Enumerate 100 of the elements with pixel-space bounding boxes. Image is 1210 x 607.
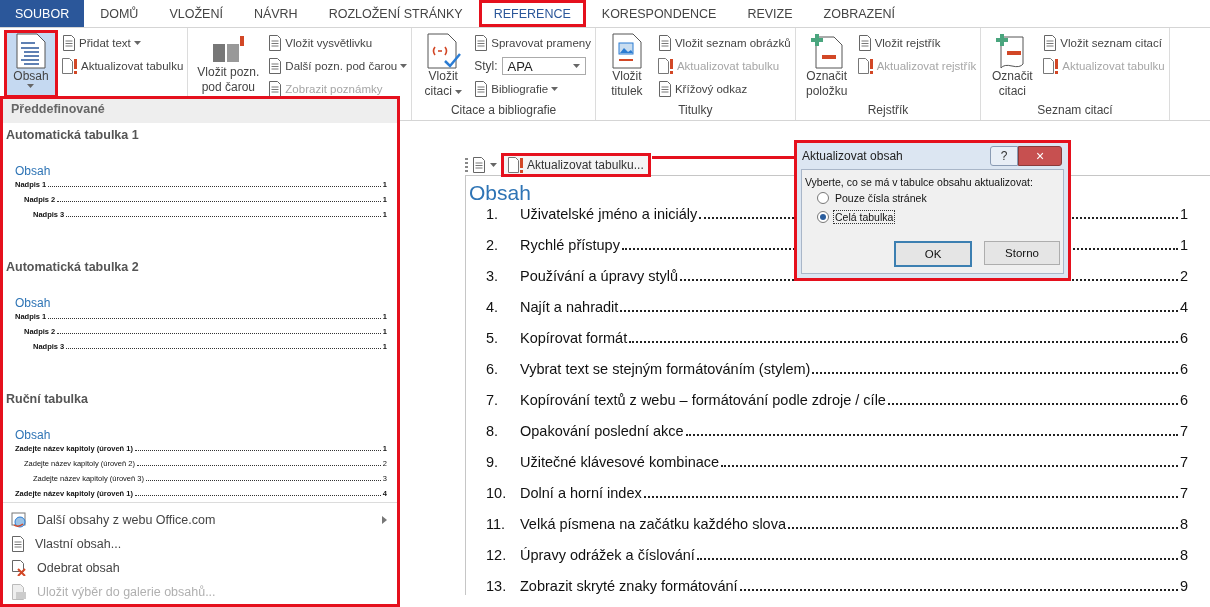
group-label: Rejstřík bbox=[866, 103, 910, 119]
toc-entry: Používání a úpravy stylů bbox=[520, 268, 678, 284]
group-label: Citace a bibliografie bbox=[449, 103, 558, 119]
ribbon-tab[interactable]: ROZLOŽENÍ STRÁNKY bbox=[313, 0, 478, 27]
page-number: 6 bbox=[1179, 330, 1188, 346]
update-alert-icon bbox=[1043, 58, 1060, 74]
close-button[interactable]: × bbox=[1018, 146, 1062, 166]
preview-heading[interactable]: Obsah bbox=[15, 295, 387, 312]
gallery-section-title: Ruční tabulka bbox=[6, 391, 89, 408]
ribbon-button[interactable]: Další pozn. pod čarou bbox=[268, 56, 408, 76]
caret-icon bbox=[572, 64, 580, 68]
update-alert-icon bbox=[857, 58, 874, 74]
ribbon-button[interactable]: Vložit rejstřík bbox=[857, 33, 977, 53]
save-selection-icon bbox=[11, 584, 27, 600]
document-icon bbox=[474, 35, 489, 51]
preview-heading[interactable]: Obsah bbox=[15, 427, 387, 444]
ribbon-button[interactable]: Vložit seznam obrázků bbox=[657, 33, 791, 53]
dialog-button[interactable]: OK bbox=[894, 241, 972, 267]
globe-icon bbox=[11, 512, 27, 528]
ribbon-large-button[interactable]: Vložit pozn. pod čarou bbox=[192, 30, 265, 98]
gallery-header: Předdefinované bbox=[3, 99, 397, 123]
help-button[interactable]: ? bbox=[990, 146, 1018, 166]
ribbon-button[interactable]: Vložit vysvětlivku bbox=[268, 33, 408, 53]
ribbon-large-button[interactable]: Označit položku bbox=[799, 30, 854, 98]
ribbon-button[interactable]: Aktualizovat tabulku bbox=[62, 56, 184, 76]
update-alert-icon bbox=[62, 58, 78, 74]
ribbon-button[interactable]: Bibliografie bbox=[474, 79, 591, 99]
update-table-button[interactable]: Aktualizovat tabulku... bbox=[501, 152, 651, 177]
document-icon bbox=[657, 35, 672, 51]
menu-item[interactable]: Odebrat obsah bbox=[3, 556, 397, 580]
gallery-section-title: Automatická tabulka 1 bbox=[6, 127, 140, 144]
ribbon-tab[interactable]: ZOBRAZENÍ bbox=[808, 0, 911, 27]
ribbon-tab[interactable]: SOUBOR bbox=[0, 0, 85, 27]
page-number: 4 bbox=[1179, 299, 1188, 315]
list-number: 5. bbox=[486, 330, 500, 346]
document-icon bbox=[11, 536, 25, 552]
document-icon bbox=[268, 35, 283, 51]
preview-heading[interactable]: Obsah bbox=[15, 163, 387, 180]
ribbon-button[interactable]: Křížový odkaz bbox=[657, 79, 791, 99]
radio-option[interactable]: Pouze čísla stránek bbox=[833, 190, 929, 205]
page-number: 6 bbox=[1179, 361, 1188, 377]
toc-entry: Zobrazit skryté znaky formátování bbox=[520, 578, 738, 594]
table-of-contents-icon bbox=[16, 33, 46, 69]
page-number: 8 bbox=[1179, 547, 1188, 563]
radio-option[interactable]: Celá tabulka bbox=[833, 209, 896, 224]
toc-entry: Kopírování textů z webu – formátování podle zdroje / cíle bbox=[520, 392, 886, 408]
ribbon-large-button[interactable]: Obsah bbox=[4, 30, 58, 98]
document-icon bbox=[62, 35, 76, 51]
ribbon-large-button[interactable]: Vložit citaci bbox=[416, 30, 471, 98]
menu-item[interactable]: Další obsahy z webu Office.com bbox=[3, 508, 397, 532]
document-icon bbox=[657, 81, 672, 97]
grip-handle[interactable] bbox=[465, 157, 468, 172]
toc-entry: Opakování poslední akce bbox=[520, 423, 684, 439]
document-icon bbox=[857, 35, 872, 51]
ribbon-button[interactable]: Vložit seznam citací bbox=[1043, 33, 1165, 53]
add-remove-icon bbox=[809, 33, 844, 69]
ribbon-tab[interactable]: REFERENCE bbox=[478, 0, 586, 27]
style-dropdown[interactable]: APA bbox=[501, 57, 586, 75]
list-number: 7. bbox=[486, 392, 500, 408]
caption-icon bbox=[611, 33, 642, 69]
ribbon-tab[interactable]: DOMŮ bbox=[85, 0, 154, 27]
toc-entry: Najít a nahradit bbox=[520, 299, 619, 315]
dialog-prompt: Vyberte, co se má v tabulce obsahu aktualizovat: bbox=[805, 176, 1034, 188]
radio-icon bbox=[817, 191, 829, 204]
list-number: 3. bbox=[486, 268, 500, 284]
list-number: 1. bbox=[486, 206, 500, 222]
document-icon bbox=[268, 58, 283, 74]
remove-document-icon bbox=[11, 560, 27, 576]
page-number: 6 bbox=[1179, 392, 1188, 408]
list-number: 4. bbox=[486, 299, 500, 315]
style-label: Styl: bbox=[474, 59, 498, 73]
page-number: 7 bbox=[1179, 485, 1188, 501]
ribbon-tab[interactable]: REVIZE bbox=[732, 0, 808, 27]
group-label: Seznam citací bbox=[1036, 103, 1114, 119]
ribbon-large-button[interactable]: Vložit titulek bbox=[599, 30, 654, 98]
list-number: 13. bbox=[486, 578, 508, 594]
page-number: 1 bbox=[1179, 237, 1188, 253]
ribbon-tab[interactable]: KORESPONDENCE bbox=[586, 0, 732, 27]
citation-icon bbox=[425, 33, 462, 69]
document-icon bbox=[474, 81, 489, 97]
gallery-section-title: Automatická tabulka 2 bbox=[6, 259, 140, 276]
toc-entry: Vybrat text se stejným formátováním (stylem) bbox=[520, 361, 811, 377]
menu-item[interactable]: Vlastní obsah... bbox=[3, 532, 397, 556]
dialog-title: Aktualizovat obsah bbox=[802, 149, 904, 163]
page-number: 2 bbox=[1179, 268, 1188, 284]
dialog-button[interactable]: Storno bbox=[984, 241, 1060, 265]
ribbon-tab[interactable]: VLOŽENÍ bbox=[154, 0, 238, 27]
toc-entry: Velká písmena na začátku každého slova bbox=[520, 516, 786, 532]
toc-entry: Dolní a horní index bbox=[520, 485, 642, 501]
ribbon-button[interactable]: Spravovat prameny bbox=[474, 33, 591, 53]
update-alert-icon bbox=[657, 58, 674, 74]
document-icon bbox=[1043, 35, 1058, 51]
ribbon-button[interactable]: Přidat text bbox=[62, 33, 184, 53]
group-label: Titulky bbox=[677, 103, 714, 119]
page-number: 8 bbox=[1179, 516, 1188, 532]
toc-entry: Uživatelské jméno a iniciály bbox=[520, 206, 698, 222]
ribbon-large-button[interactable]: Označit citaci bbox=[985, 30, 1040, 98]
list-number: 12. bbox=[486, 547, 508, 563]
toc-entry: Rychlé přístupy bbox=[520, 237, 620, 253]
ribbon-tab[interactable]: NÁVRH bbox=[238, 0, 313, 27]
